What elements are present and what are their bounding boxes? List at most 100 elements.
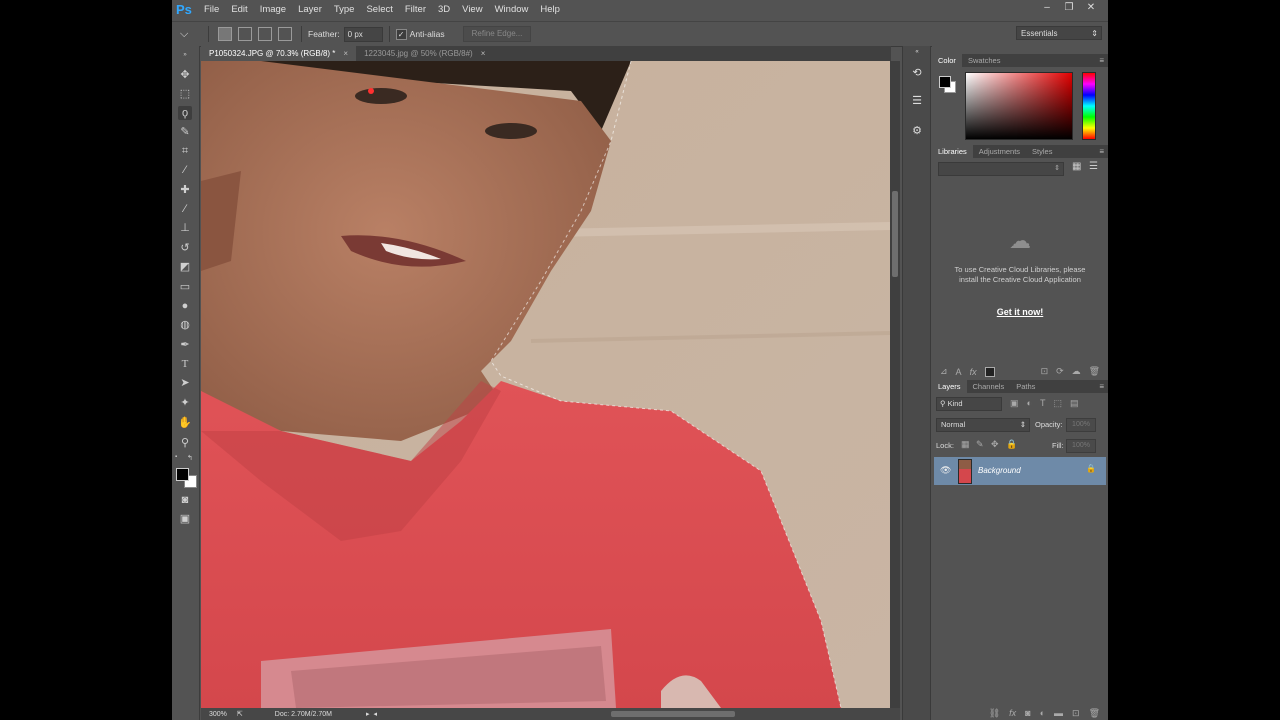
scroll-thumb[interactable] <box>892 191 898 277</box>
properties-panel-icon[interactable]: ☰ <box>910 94 924 108</box>
screen-mode-icon[interactable]: ▣ <box>178 512 192 526</box>
opacity-input[interactable]: 100% <box>1066 418 1096 432</box>
lock-position-icon[interactable]: ✥ <box>991 439 999 450</box>
tab-paths[interactable]: Paths <box>1010 380 1041 393</box>
menu-help[interactable]: Help <box>534 0 566 20</box>
clone-stamp-tool-icon[interactable]: ⊥ <box>178 221 192 235</box>
menu-3d[interactable]: 3D <box>432 0 456 20</box>
menu-window[interactable]: Window <box>489 0 535 20</box>
lasso-tool-icon[interactable]: ϙ <box>178 106 192 120</box>
quick-mask-icon[interactable]: ◙ <box>178 493 192 507</box>
add-color-icon[interactable] <box>984 366 995 377</box>
path-selection-tool-icon[interactable]: ➤ <box>178 376 192 390</box>
panel-menu-icon[interactable]: ≡ <box>1099 380 1104 393</box>
color-panel-foreground-swatch[interactable] <box>939 76 951 88</box>
pixel-filter-icon[interactable]: ▣ <box>1010 398 1019 409</box>
feather-input[interactable]: 0 px <box>343 26 383 42</box>
lock-all-icon[interactable]: 🔒 <box>1006 439 1017 450</box>
zoom-tool-icon[interactable]: ⚲ <box>178 436 192 450</box>
new-selection-icon[interactable] <box>218 27 232 41</box>
sync-icon[interactable]: ⟳ <box>1056 366 1064 377</box>
shape-tool-icon[interactable]: ✦ <box>178 396 192 410</box>
antialias-checkbox[interactable]: ✓ <box>395 28 407 40</box>
color-field[interactable] <box>965 72 1073 140</box>
blend-mode-select[interactable]: Normal ⇕ <box>936 418 1030 432</box>
tab-document-1[interactable]: P1050324.JPG @ 70.3% (RGB/8) * × <box>201 46 357 61</box>
eraser-tool-icon[interactable]: ◩ <box>178 260 192 274</box>
brush-tool-icon[interactable]: ∕ <box>178 202 192 216</box>
default-colors-icon[interactable]: ▪ <box>175 454 183 462</box>
type-tool-icon[interactable]: T <box>178 357 192 371</box>
tab-document-2[interactable]: 1223045.jpg @ 50% (RGB/8#) × <box>356 46 493 61</box>
get-it-now-link[interactable]: Get it now! <box>972 307 1068 317</box>
status-menu-icon[interactable]: ▸ <box>366 710 370 718</box>
gradient-tool-icon[interactable]: ▭ <box>178 280 192 294</box>
crop-tool-icon[interactable]: ⌗ <box>178 144 192 158</box>
delete-layer-icon[interactable]: 🗑 <box>1089 708 1100 719</box>
history-panel-icon[interactable]: ⟲ <box>910 66 924 80</box>
list-view-icon[interactable]: ☰ <box>1089 162 1099 172</box>
healing-brush-tool-icon[interactable]: ✚ <box>178 183 192 197</box>
add-graphic-icon[interactable]: ⊿ <box>940 366 948 377</box>
menu-view[interactable]: View <box>456 0 488 20</box>
menu-layer[interactable]: Layer <box>292 0 328 20</box>
eyedropper-tool-icon[interactable]: ⁄ <box>178 163 192 177</box>
brush-presets-icon[interactable]: ⚙ <box>910 124 924 138</box>
tab-adjustments[interactable]: Adjustments <box>973 145 1026 158</box>
refine-edge-button[interactable]: Refine Edge... <box>462 26 532 42</box>
close-icon[interactable]: × <box>343 49 348 58</box>
type-filter-icon[interactable]: T <box>1040 398 1046 408</box>
layer-style-icon[interactable]: fx <box>1009 708 1016 718</box>
blur-tool-icon[interactable]: ● <box>178 299 192 313</box>
tab-libraries[interactable]: Libraries <box>932 145 973 158</box>
menu-type[interactable]: Type <box>328 0 361 20</box>
panel-menu-icon[interactable]: ≡ <box>1099 54 1104 67</box>
close-button[interactable]: ✕ <box>1080 0 1102 16</box>
polygonal-lasso-preset-icon[interactable]: ⌵ <box>180 25 202 43</box>
move-tool-icon[interactable]: ✥ <box>178 68 192 82</box>
dodge-tool-icon[interactable]: ◍ <box>178 318 192 332</box>
restore-button[interactable]: ❐ <box>1058 0 1080 16</box>
close-icon[interactable]: × <box>481 49 486 58</box>
smart-object-filter-icon[interactable]: ▤ <box>1070 398 1079 409</box>
collapse-icon[interactable]: « <box>910 49 924 55</box>
hand-tool-icon[interactable]: ✋ <box>178 416 192 430</box>
new-layer-icon[interactable]: ⊡ <box>1072 708 1080 719</box>
vertical-scrollbar[interactable] <box>890 61 900 708</box>
menu-select[interactable]: Select <box>360 0 398 20</box>
adjustment-layer-icon[interactable]: ◐ <box>1040 708 1045 718</box>
tab-channels[interactable]: Channels <box>967 380 1011 393</box>
menu-filter[interactable]: Filter <box>399 0 432 20</box>
share-icon[interactable]: ⇱ <box>237 710 243 718</box>
group-icon[interactable]: ▬ <box>1054 708 1063 718</box>
scroll-left-icon[interactable]: ◂ <box>374 710 378 718</box>
document-canvas[interactable] <box>201 61 890 708</box>
library-select[interactable]: ⇕ <box>938 162 1064 176</box>
grid-view-icon[interactable]: ▦ <box>1072 162 1082 172</box>
eye-icon[interactable]: 👁 <box>940 465 951 476</box>
tab-color[interactable]: Color <box>932 54 962 67</box>
menu-file[interactable]: File <box>198 0 225 20</box>
subtract-from-selection-icon[interactable] <box>258 27 272 41</box>
lock-image-icon[interactable]: ✎ <box>976 439 984 450</box>
layer-filter-select[interactable]: ⚲ Kind <box>936 397 1002 411</box>
hue-slider[interactable] <box>1082 72 1096 140</box>
horizontal-scroll-thumb[interactable] <box>611 711 735 717</box>
foreground-color-swatch[interactable] <box>176 468 189 481</box>
quick-selection-tool-icon[interactable]: ✎ <box>178 125 192 139</box>
swap-colors-icon[interactable]: ↰ <box>187 454 195 462</box>
adjustment-filter-icon[interactable]: ◐ <box>1027 398 1032 408</box>
add-text-icon[interactable]: A <box>956 367 962 377</box>
tab-swatches[interactable]: Swatches <box>962 54 1007 67</box>
add-style-icon[interactable]: fx <box>970 367 977 377</box>
link-layers-icon[interactable]: ⛓ <box>989 708 1000 719</box>
layer-name[interactable]: Background <box>978 466 1021 475</box>
tools-collapse-icon[interactable]: » <box>178 52 192 58</box>
shape-filter-icon[interactable]: ⬚ <box>1053 398 1062 409</box>
zoom-level[interactable]: 300% <box>209 711 227 718</box>
cloud-icon[interactable]: ☁ <box>1072 366 1081 377</box>
layer-mask-icon[interactable]: ◙ <box>1025 708 1030 718</box>
library-stock-icon[interactable]: ⊡ <box>1041 366 1049 377</box>
tab-styles[interactable]: Styles <box>1026 145 1058 158</box>
history-brush-tool-icon[interactable]: ↺ <box>178 241 192 255</box>
